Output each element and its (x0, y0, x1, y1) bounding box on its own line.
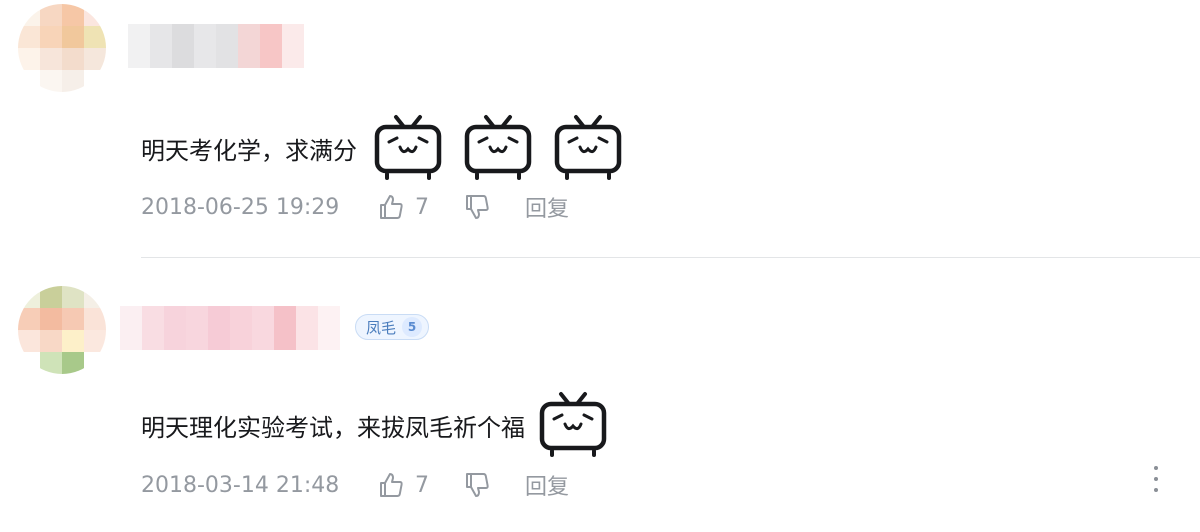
comment-meta: 2018-03-14 21:48 7 回复 (141, 469, 569, 501)
username-redacted[interactable] (128, 24, 304, 68)
more-vertical-icon[interactable] (1146, 466, 1166, 492)
dislike-button[interactable] (463, 193, 525, 221)
tv-smile-icon (374, 114, 442, 182)
comment-meta: 2018-06-25 19:29 7 回复 (141, 191, 569, 223)
fan-medal-level: 5 (402, 317, 423, 337)
username-redacted[interactable] (120, 306, 340, 350)
comment-timestamp: 2018-06-25 19:29 (141, 194, 340, 220)
like-count: 7 (415, 472, 429, 498)
comment-content: 明天理化实验考试，来拔凤毛祈个福 (141, 393, 607, 457)
fan-medal-badge[interactable]: 凤毛 5 (355, 314, 430, 340)
tv-smile-icon (464, 114, 532, 182)
reply-button[interactable]: 回复 (525, 191, 569, 223)
thumbs-down-icon (463, 471, 491, 499)
thumbs-up-icon (377, 471, 405, 499)
avatar[interactable] (18, 286, 106, 374)
comment-text: 明天理化实验考试，来拔凤毛祈个福 (141, 413, 525, 442)
comment-list: 明天考化学，求满分 2018-06-25 19:29 7 回复 凤毛 5 明天理… (0, 0, 1200, 532)
tv-smile-icon (539, 391, 607, 459)
fan-medal-name: 凤毛 (366, 318, 397, 337)
comment-divider (141, 257, 1200, 258)
like-button[interactable]: 7 (377, 193, 463, 221)
reply-button[interactable]: 回复 (525, 469, 569, 501)
comment-content: 明天考化学，求满分 (141, 116, 622, 180)
tv-smile-icon (554, 114, 622, 182)
avatar[interactable] (18, 4, 106, 92)
comment-timestamp: 2018-03-14 21:48 (141, 472, 340, 498)
like-button[interactable]: 7 (377, 471, 463, 499)
thumbs-down-icon (463, 193, 491, 221)
dislike-button[interactable] (463, 471, 525, 499)
like-count: 7 (415, 194, 429, 220)
thumbs-up-icon (377, 193, 405, 221)
comment-text: 明天考化学，求满分 (141, 136, 357, 165)
